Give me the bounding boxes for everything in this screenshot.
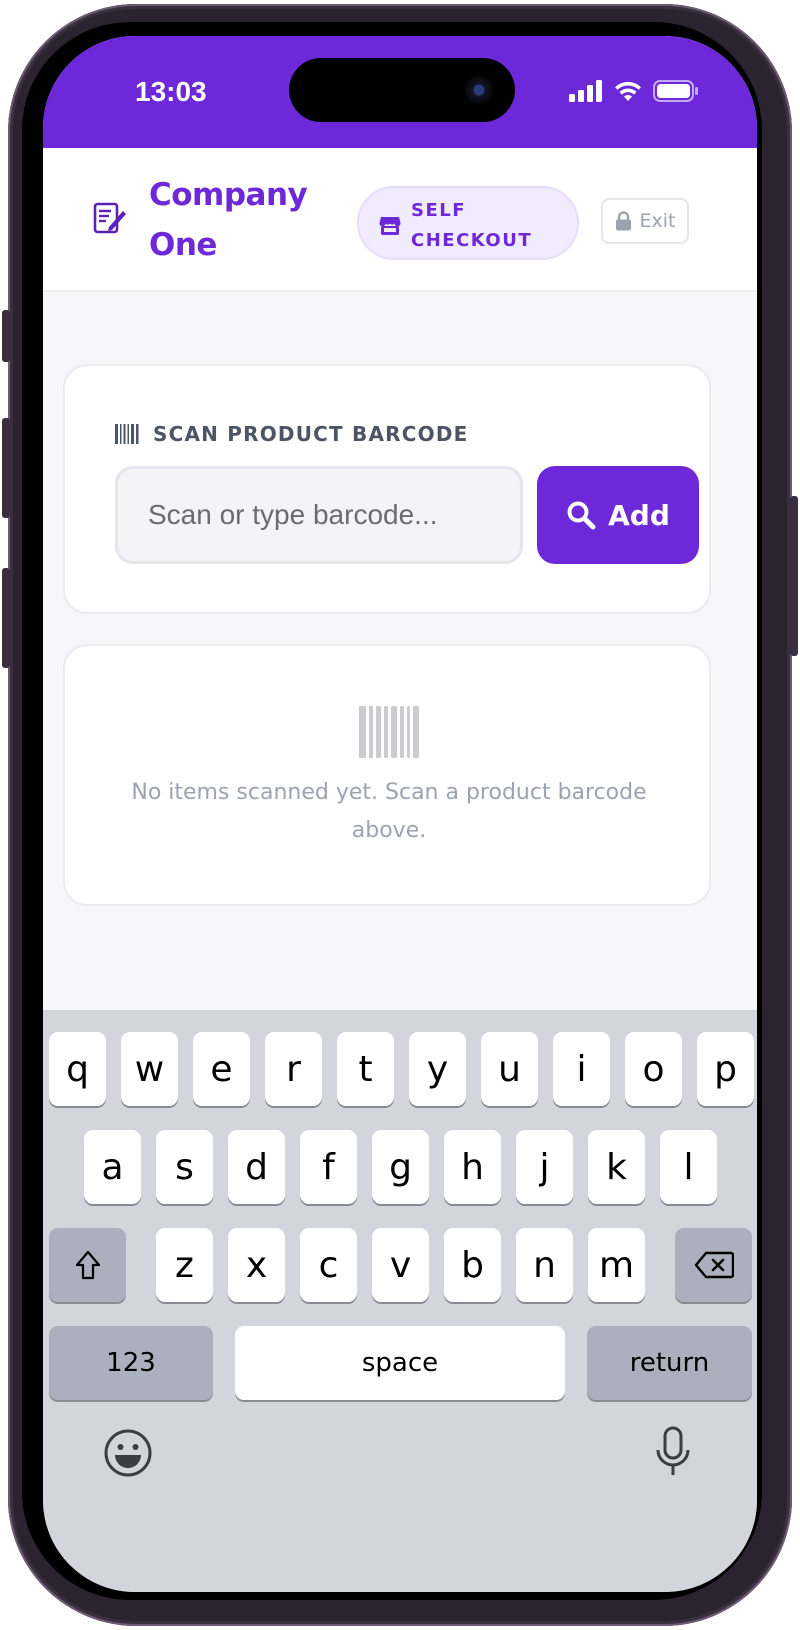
key-n[interactable]: n (516, 1228, 573, 1302)
key-r[interactable]: r (265, 1032, 322, 1106)
empty-message: No items scanned yet. Scan a product bar… (131, 780, 647, 843)
status-time: 13:03 (135, 76, 207, 107)
store-icon (379, 217, 401, 235)
search-icon (567, 501, 596, 530)
cellular-signal-icon (569, 80, 602, 102)
key-f[interactable]: f (300, 1130, 357, 1204)
exit-button[interactable]: Exit (601, 198, 689, 244)
key-h[interactable]: h (444, 1130, 501, 1204)
shift-icon (75, 1250, 100, 1280)
key-e[interactable]: e (193, 1032, 250, 1106)
key-a[interactable]: a (84, 1130, 141, 1204)
power-button (790, 496, 798, 656)
key-d[interactable]: d (228, 1130, 285, 1204)
backspace-key[interactable] (675, 1228, 752, 1302)
volume-up-button (2, 418, 10, 518)
key-u[interactable]: u (481, 1032, 538, 1106)
shift-key[interactable] (49, 1228, 126, 1302)
key-p[interactable]: p (697, 1032, 754, 1106)
backspace-icon (694, 1251, 734, 1279)
key-c[interactable]: c (300, 1228, 357, 1302)
microphone-icon[interactable] (655, 1426, 691, 1478)
barcode-icon (115, 424, 139, 444)
add-label: Add (608, 498, 670, 532)
self-checkout-badge: SELF CHECKOUT (357, 186, 579, 260)
key-q[interactable]: q (49, 1032, 106, 1106)
scan-label: SCAN PRODUCT BARCODE (115, 422, 469, 446)
key-x[interactable]: x (228, 1228, 285, 1302)
barcode-placeholder-icon (359, 706, 419, 758)
key-i[interactable]: i (553, 1032, 610, 1106)
scan-label-text: SCAN PRODUCT BARCODE (153, 422, 469, 446)
key-m[interactable]: m (588, 1228, 645, 1302)
self-checkout-label: SELF CHECKOUT (411, 200, 533, 251)
space-key[interactable]: space (235, 1326, 565, 1400)
key-j[interactable]: j (516, 1130, 573, 1204)
volume-down-button (2, 568, 10, 668)
key-b[interactable]: b (444, 1228, 501, 1302)
key-o[interactable]: o (625, 1032, 682, 1106)
lock-icon (615, 211, 631, 231)
scan-card: SCAN PRODUCT BARCODE Add (63, 364, 711, 614)
key-w[interactable]: w (121, 1032, 178, 1106)
status-bar: 13:03 (43, 36, 757, 148)
key-v[interactable]: v (372, 1228, 429, 1302)
add-button[interactable]: Add (537, 466, 699, 564)
front-camera-icon (465, 76, 493, 104)
dynamic-island (289, 58, 515, 122)
action-button (2, 310, 10, 362)
invoice-sign-icon (93, 202, 126, 234)
key-y[interactable]: y (409, 1032, 466, 1106)
battery-icon (653, 80, 698, 102)
wifi-icon (615, 81, 641, 101)
key-k[interactable]: k (588, 1130, 645, 1204)
emoji-icon[interactable] (103, 1428, 153, 1478)
exit-label: Exit (639, 210, 676, 232)
key-z[interactable]: z (156, 1228, 213, 1302)
key-s[interactable]: s (156, 1130, 213, 1204)
return-key[interactable]: return (587, 1326, 752, 1400)
screen: 13:03 Company One SELF CHECKOUT Exit SCA… (43, 36, 757, 1592)
key-t[interactable]: t (337, 1032, 394, 1106)
on-screen-keyboard: q w e r t y u i o p a s d f g h j k l z … (43, 1010, 757, 1592)
status-icons (569, 80, 699, 102)
numbers-key[interactable]: 123 (49, 1326, 213, 1400)
app-header: Company One SELF CHECKOUT Exit (43, 148, 757, 292)
barcode-input[interactable] (115, 466, 523, 564)
key-l[interactable]: l (660, 1130, 717, 1204)
brand-name: Company One (149, 177, 308, 263)
key-g[interactable]: g (372, 1130, 429, 1204)
cart-empty-state: No items scanned yet. Scan a product bar… (63, 644, 711, 906)
